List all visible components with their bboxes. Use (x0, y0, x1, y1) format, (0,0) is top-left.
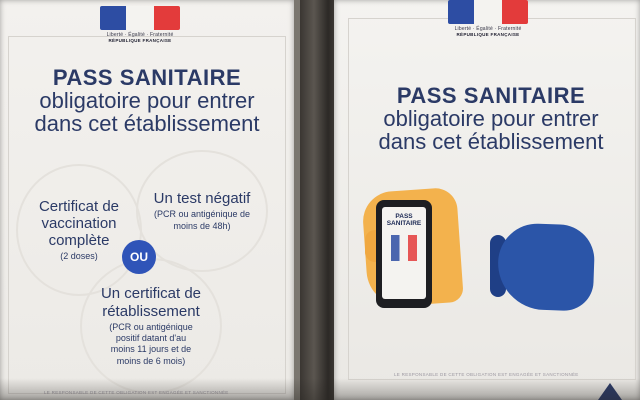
test-note-2: moins de 48h) (173, 220, 231, 231)
title-line-2: obligatoire pour entrer (383, 106, 599, 132)
recovery-note-4: moins de 6 mois) (116, 355, 186, 366)
test-note-1: (PCR ou antigénique de (153, 209, 251, 220)
phone-label-line-1: PASS (395, 213, 413, 220)
flag-icon (448, 0, 528, 24)
test-label: Un test négatif (153, 190, 251, 208)
logo-republic: RÉPUBLIQUE FRANÇAISE (456, 32, 520, 37)
poster-right-footer: LE RESPONSABLE DE CETTE OBLIGATION EST E… (394, 372, 579, 377)
recovery-note-2: positif datant d'au (115, 333, 187, 343)
vaccination-line-3: complète (48, 232, 110, 249)
ou-badge: OU (122, 240, 156, 274)
recovery-line-2: rétablissement (102, 302, 200, 320)
recovery-line-1: Un certificat de (100, 285, 202, 303)
title-line-1: PASS SANITAIRE (396, 83, 586, 108)
title-line-2: obligatoire pour entrer (39, 88, 255, 114)
phone-label-line-2: SANITAIRE (386, 220, 422, 228)
circle-recovery: Un certificat de rétablissement (PCR ou … (80, 258, 222, 394)
title-line-3: dans cet établissement (378, 129, 604, 155)
marianne-logo-right: Liberté · Égalité · Fraternité RÉPUBLIQU… (448, 0, 528, 37)
pass-code-icon (391, 235, 417, 262)
recovery-note-1: (PCR ou antigénique (109, 321, 193, 332)
photo-scene: Liberté · Égalité · Fraternité RÉPUBLIQU… (0, 0, 640, 400)
recovery-note-3: moins 11 jours et de (110, 344, 192, 355)
marianne-logo-left: Liberté · Égalité · Fraternité RÉPUBLIQU… (100, 6, 180, 43)
phone-screen: PASS SANITAIRE (382, 207, 426, 299)
poster-left-title: PASS SANITAIRE obligatoire pour entrer d… (10, 66, 284, 135)
logo-republic: RÉPUBLIQUE FRANÇAISE (108, 38, 172, 43)
title-line-1: PASS SANITAIRE (52, 65, 242, 90)
poster-right-title: PASS SANITAIRE obligatoire pour entrer d… (348, 84, 634, 153)
phone-label: PASS SANITAIRE (387, 213, 422, 227)
title-line-3: dans cet établissement (34, 111, 260, 137)
poster-left: Liberté · Égalité · Fraternité RÉPUBLIQU… (0, 0, 294, 400)
bottom-shadow (0, 378, 640, 400)
vaccination-line-2: vaccination (41, 214, 117, 232)
flag-icon (100, 6, 180, 30)
vaccination-line-1: Certificat de (38, 197, 120, 215)
vaccination-note: (2 doses) (60, 251, 98, 262)
